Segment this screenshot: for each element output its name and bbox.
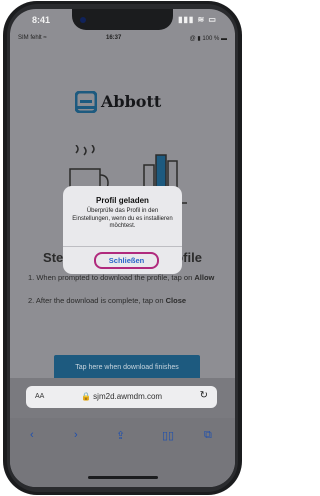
carrier-label: SIM fehlt ≈ — [18, 35, 47, 41]
profile-alert-dialog: Profil geladen Überprüfe das Profil in d… — [63, 186, 182, 274]
screen: 8:41 ▮▮▮ ≋ ▭ SIM fehlt ≈ 16:37 @ ▮ 100 %… — [10, 9, 235, 487]
safari-toolbar: ‹ › ⇪ ▯▯ ⧉ — [10, 418, 235, 487]
share-icon[interactable]: ⇪ — [116, 429, 125, 442]
camera-dot — [80, 17, 86, 23]
reader-options-button[interactable]: AA — [35, 393, 44, 400]
alert-title: Profil geladen — [96, 196, 149, 205]
step-2-close: Close — [165, 296, 187, 305]
step-2-text: 2. After the download is complete, tap o… — [28, 296, 164, 305]
notch — [72, 9, 173, 30]
step-1: 1. When prompted to download the profile… — [28, 273, 223, 283]
outer-status-icons: ▮▮▮ ≋ ▭ — [178, 15, 217, 24]
step-1-allow: Allow — [194, 273, 215, 282]
step-1-text: 1. When prompted to download the profile… — [28, 273, 193, 282]
download-finished-button[interactable]: Tap here when download finishes — [54, 355, 200, 380]
step-2: 2. After the download is complete, tap o… — [28, 296, 223, 306]
home-indicator — [88, 476, 158, 479]
bookmarks-icon[interactable]: ▯▯ — [162, 429, 174, 442]
forward-icon[interactable]: › — [74, 429, 78, 441]
back-icon[interactable]: ‹ — [30, 429, 34, 441]
reload-icon[interactable]: ↻ — [200, 390, 208, 401]
battery-status: @ ▮ 100 % ▬ — [189, 36, 227, 42]
inner-clock: 16:37 — [106, 35, 122, 41]
close-alert-button[interactable]: Schließen — [94, 252, 159, 269]
abbott-logo-icon — [75, 91, 97, 113]
address-bar[interactable]: AA 🔒 sjm2d.awmdm.com ↻ — [26, 386, 217, 408]
tabs-icon[interactable]: ⧉ — [204, 429, 212, 442]
alert-divider — [63, 246, 182, 247]
url-text[interactable]: 🔒 sjm2d.awmdm.com — [81, 392, 162, 401]
alert-message: Überprüfe das Profil in den Einstellunge… — [72, 208, 173, 229]
abbott-logo: Abbott — [75, 91, 185, 115]
outer-clock: 8:41 — [32, 15, 51, 25]
logo-text: Abbott — [101, 92, 162, 111]
inner-status-bar: SIM fehlt ≈ 16:37 @ ▮ 100 % ▬ — [10, 33, 235, 45]
